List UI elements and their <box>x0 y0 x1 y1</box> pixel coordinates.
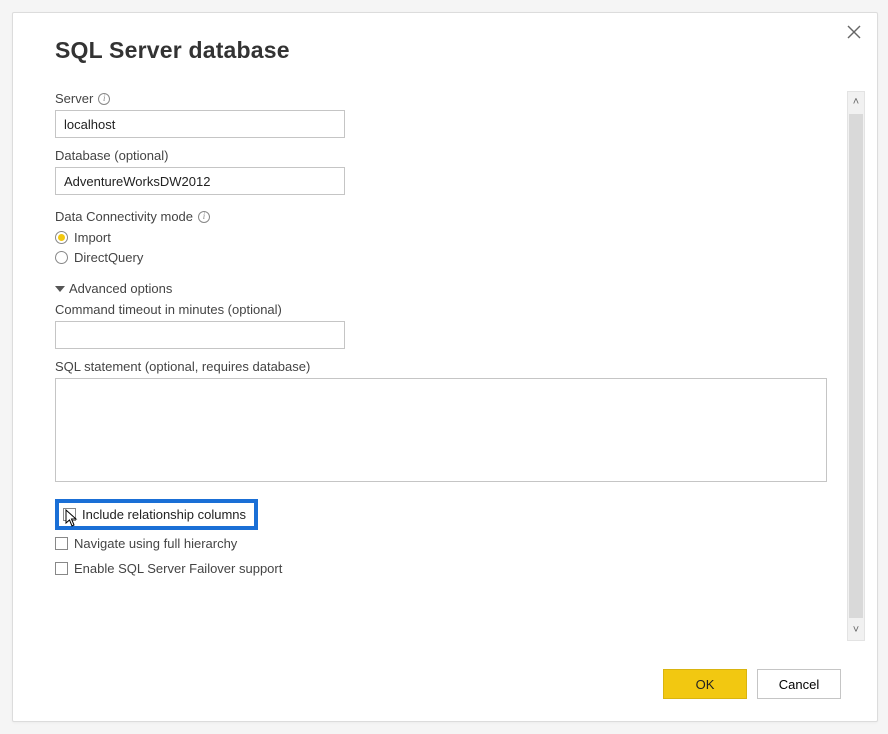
database-input[interactable] <box>55 167 345 195</box>
advanced-options-label: Advanced options <box>69 281 172 296</box>
command-timeout-input[interactable] <box>55 321 345 349</box>
server-field: Server i <box>55 91 833 138</box>
close-icon[interactable] <box>847 25 861 42</box>
scroll-down-icon[interactable]: ˅ <box>848 620 864 640</box>
radio-import-label: Import <box>74 230 111 245</box>
sql-server-database-dialog: SQL Server database Server i Database (o… <box>12 12 878 722</box>
scroll-up-icon[interactable]: ˄ <box>848 92 864 112</box>
vertical-scrollbar[interactable]: ˄ ˅ <box>847 91 865 641</box>
sql-statement-input[interactable] <box>55 378 827 482</box>
radio-import-row[interactable]: Import <box>55 230 833 245</box>
server-input[interactable] <box>55 110 345 138</box>
failover-label: Enable SQL Server Failover support <box>74 561 282 576</box>
dialog-title: SQL Server database <box>55 37 841 64</box>
scrollbar-thumb[interactable] <box>849 114 863 618</box>
include-relationship-highlight: Include relationship columns <box>55 499 258 530</box>
command-timeout-field: Command timeout in minutes (optional) <box>55 302 833 349</box>
info-icon[interactable]: i <box>198 211 210 223</box>
failover-checkbox[interactable] <box>55 562 68 575</box>
ok-button[interactable]: OK <box>663 669 747 699</box>
navigate-hierarchy-label: Navigate using full hierarchy <box>74 536 237 551</box>
radio-directquery[interactable] <box>55 251 68 264</box>
sql-statement-label: SQL statement (optional, requires databa… <box>55 359 310 374</box>
connectivity-label: Data Connectivity mode <box>55 209 193 224</box>
radio-import[interactable] <box>55 231 68 244</box>
sql-statement-field: SQL statement (optional, requires databa… <box>55 359 833 485</box>
navigate-hierarchy-checkbox[interactable] <box>55 537 68 550</box>
include-relationship-label: Include relationship columns <box>82 507 246 522</box>
dialog-body: Server i Database (optional) Data Connec… <box>55 91 833 641</box>
database-label: Database (optional) <box>55 148 168 163</box>
dialog-footer: OK Cancel <box>663 669 841 699</box>
include-relationship-checkbox[interactable] <box>63 508 76 521</box>
caret-down-icon <box>55 286 65 292</box>
database-field: Database (optional) <box>55 148 833 195</box>
navigate-hierarchy-row[interactable]: Navigate using full hierarchy <box>55 536 833 551</box>
command-timeout-label: Command timeout in minutes (optional) <box>55 302 282 317</box>
failover-row[interactable]: Enable SQL Server Failover support <box>55 561 833 576</box>
radio-directquery-row[interactable]: DirectQuery <box>55 250 833 265</box>
advanced-options-expander[interactable]: Advanced options <box>55 281 833 296</box>
server-label: Server <box>55 91 93 106</box>
radio-directquery-label: DirectQuery <box>74 250 143 265</box>
cancel-button[interactable]: Cancel <box>757 669 841 699</box>
info-icon[interactable]: i <box>98 93 110 105</box>
